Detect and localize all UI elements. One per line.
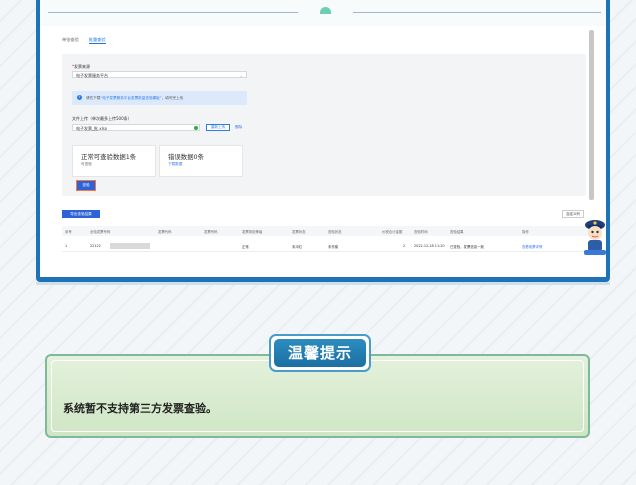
row-invoice-status: 未冲红: [292, 245, 303, 249]
tab-bar: 单张查验 批量查验: [62, 36, 106, 44]
screenshot-content: 单张查验 批量查验 *发票来源 电子发票服务平台 ⌄ ! 请先下载“电子发票服务…: [40, 0, 606, 277]
error-data-count: 错误数据0条: [168, 153, 205, 161]
row-index: 1: [65, 244, 68, 248]
row-check-status: 未作废: [328, 245, 339, 249]
frame-shelf: [36, 282, 610, 285]
table-header: 序号 全电发票号码 发票代码 发票号码 发票风险等级 发票状态 查验状态 价税合…: [62, 226, 596, 236]
top-strip: [40, 0, 606, 26]
tab-batch-check[interactable]: 批量查验: [88, 36, 106, 44]
vertical-scrollbar[interactable]: [589, 30, 594, 200]
row-time: 2022-12-18 11:20: [414, 244, 445, 248]
success-check-icon: [194, 126, 198, 130]
source-label: *发票来源: [72, 64, 90, 69]
source-select[interactable]: 电子发票服务平台 ⌄: [72, 71, 247, 78]
table-header-cell: 查验时间: [414, 230, 428, 234]
template-download-link[interactable]: “电子发票服务平台发票批量查验模板”: [100, 96, 161, 100]
police-mascot-icon: [584, 220, 606, 255]
upload-label: 文件上传（单次最多上传500条）: [72, 116, 132, 121]
source-select-value: 电子发票服务平台: [76, 73, 108, 78]
table-header-cell: 价税合计金额: [382, 230, 403, 234]
info-icon: !: [77, 95, 82, 100]
table-header-cell: 发票号码: [204, 230, 218, 234]
table-header-cell: 发票代码: [158, 230, 172, 234]
form-panel: *发票来源 电子发票服务平台 ⌄ ! 请先下载“电子发票服务平台发票批量查验模板…: [62, 54, 586, 196]
tab-single-check[interactable]: 单张查验: [62, 36, 79, 44]
table-header-cell: 查验状态: [328, 230, 342, 234]
table-header-cell: 查验结果: [450, 230, 464, 234]
row-result: 已查验，发票信息一致: [450, 245, 484, 249]
row-amount: 2: [403, 244, 406, 248]
delete-link[interactable]: 删除: [235, 125, 242, 130]
valid-data-sub: 可查验: [81, 162, 92, 166]
row-risk: 正常: [242, 245, 249, 249]
reupload-button[interactable]: 重新上传: [206, 124, 230, 131]
info-alert: ! 请先下载“电子发票服务平台发票批量查验模板”，填写完上传: [72, 91, 247, 105]
divider-right: [353, 12, 601, 13]
valid-data-count: 正常可查验数据1条: [81, 153, 137, 161]
table-header-cell: 序号: [65, 230, 72, 234]
masked-number: [110, 243, 150, 249]
table-header-cell: 全电发票号码: [90, 230, 111, 234]
screenshot-frame: 单张查验 批量查验 *发票来源 电子发票服务平台 ⌄ ! 请先下载“电子发票服务…: [36, 0, 610, 282]
row-action-link[interactable]: 查看电票详情: [522, 244, 542, 249]
tip-title: 温馨提示: [274, 339, 366, 367]
row-number: 22122: [90, 244, 101, 248]
error-data-card: 错误数据0条 下载数据: [159, 145, 243, 177]
custom-columns-button[interactable]: 自定义列: [562, 210, 584, 218]
table-header-cell: 操作: [522, 230, 529, 234]
table-header-cell: 发票状态: [292, 230, 306, 234]
tip-title-badge: 温馨提示: [269, 334, 371, 372]
center-dot: [320, 7, 331, 14]
export-results-button[interactable]: 导出查验结果: [62, 210, 100, 218]
valid-data-card: 正常可查验数据1条 可查验: [72, 145, 156, 177]
table-header-cell: 发票风险等级: [242, 230, 263, 234]
batch-check-app: 单张查验 批量查验 *发票来源 电子发票服务平台 ⌄ ! 请先下载“电子发票服务…: [52, 30, 606, 277]
divider-left: [48, 12, 298, 13]
download-data-link[interactable]: 下载数据: [168, 162, 182, 167]
chevron-down-icon: ⌄: [239, 73, 243, 78]
uploaded-file: 电子发票_批.xlsx: [72, 124, 200, 131]
query-button[interactable]: 查验: [76, 180, 96, 191]
tip-text: 系统暂不支持第三方发票查验。: [63, 402, 217, 415]
